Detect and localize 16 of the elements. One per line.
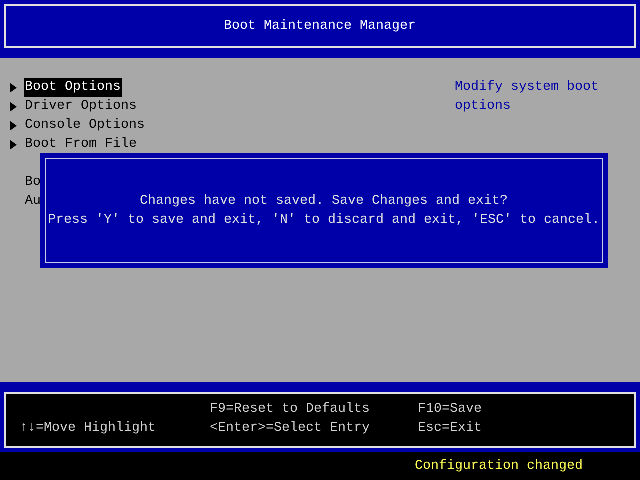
help-text: Modify system boot options: [455, 79, 600, 116]
menu-item[interactable]: Au: [24, 192, 42, 211]
menu-item[interactable]: Boot From File: [24, 135, 138, 154]
key-hint: <Enter>=Select Entry: [210, 421, 370, 436]
status-message: Configuration changed: [415, 458, 583, 476]
menu-item[interactable]: Driver Options: [24, 97, 138, 116]
menu-item[interactable]: Bo: [24, 173, 42, 192]
menu-item[interactable]: Boot Options: [24, 78, 122, 97]
dialog-message: Changes have not saved. Save Changes and exit?: [140, 192, 508, 210]
menu-item[interactable]: Console Options: [24, 116, 146, 135]
key-hint: F10=Save: [418, 402, 482, 417]
dialog-message: Press 'Y' to save and exit, 'N' to discard and exit, 'ESC' to cancel.: [48, 212, 600, 230]
key-hint: ↑↓=Move Highlight: [20, 421, 156, 436]
screen-title: Boot Maintenance Manager: [224, 18, 416, 36]
key-hint: Esc=Exit: [418, 421, 482, 436]
key-hint: F9=Reset to Defaults: [210, 402, 370, 417]
